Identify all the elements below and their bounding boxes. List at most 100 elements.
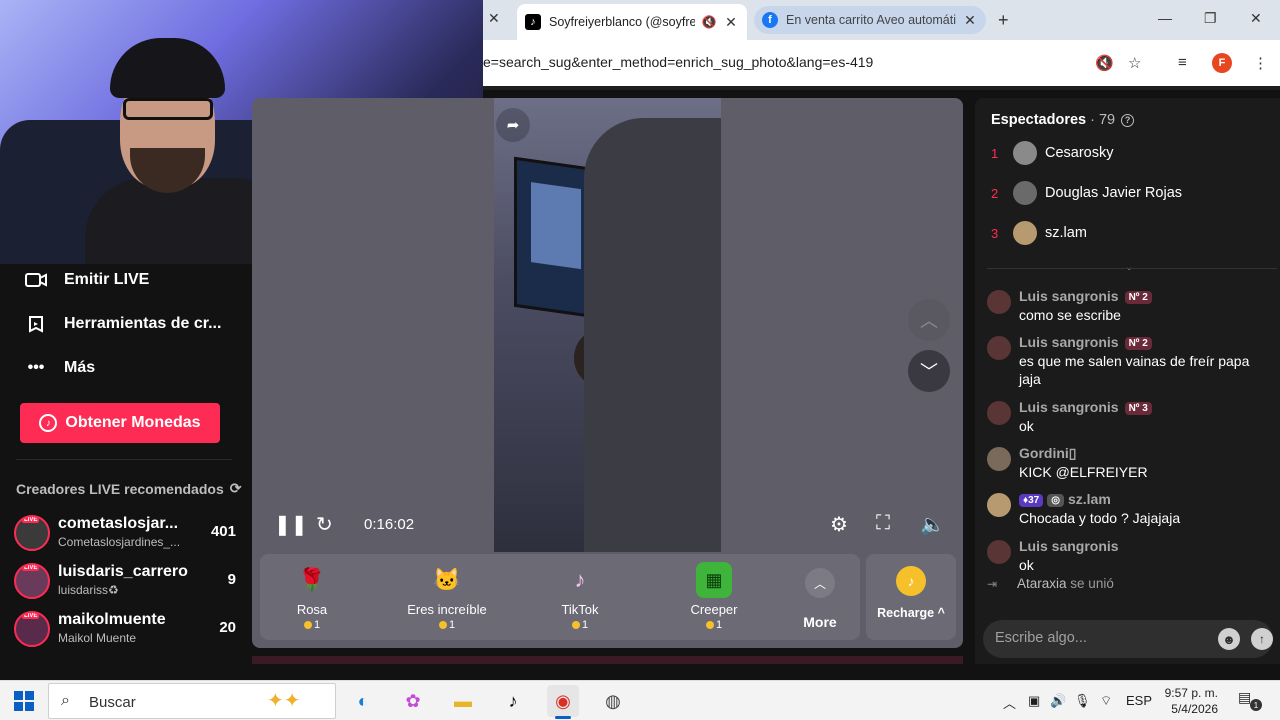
wifi-icon[interactable]: ⌔ [1100,693,1112,709]
gift-price: 1 [659,619,769,631]
chrome-icon[interactable]: ◉ [547,685,579,719]
address-bar[interactable]: e=search_sug&enter_method=enrich_sug_pho… [483,40,1280,86]
clock[interactable]: 9:57 p. m. 5/4/2026 [1160,685,1218,717]
top-viewer-item[interactable]: 3 sz.lam [991,219,1087,247]
fullscreen-icon[interactable]: ⛶ [876,512,890,535]
minimize-icon[interactable]: — [1158,10,1172,26]
restore-icon[interactable]: ❐ [1204,10,1217,27]
close-window-icon[interactable]: ✕ [1250,10,1262,27]
avatar [1013,181,1037,205]
chat-username[interactable]: ♦37 ◎ sz.lam [1019,491,1111,507]
get-coins-button[interactable]: ♪ Obtener Monedas [20,403,220,443]
gift-item[interactable]: ♪ TikTok 1 [525,562,635,631]
refresh-icon[interactable]: ↻ [316,512,333,537]
chat-username[interactable]: Luis sangronis Nº 3 [1019,399,1152,415]
sidebar-item-go-live[interactable]: Emitir LIVE [24,269,149,291]
show-hidden-icons[interactable]: ︿ [1003,693,1016,712]
media-control-icon[interactable]: ≡ [1178,54,1187,71]
rose-icon: 🌹 [298,567,326,592]
previous-tab-close-icon[interactable]: ✕ [488,10,500,27]
chat-input-box[interactable]: ☻ ↑ [983,620,1273,658]
live-video-player[interactable]: ➦ ︿ ﹀ ❚❚ ↻ 0:16:02 ⚙ ⛶ 🔈 🌹 Rosa 1 🐱 Eres… [252,98,963,648]
emoji-icon[interactable]: ☻ [1218,628,1240,650]
person-in-video [584,118,721,552]
refresh-icon[interactable]: ⟳ [230,480,242,497]
recording-app-icon[interactable]: ◍ [597,685,629,717]
copilot-icon[interactable]: ✿ [397,685,429,717]
next-live-button[interactable]: ﹀ [908,350,950,392]
file-explorer-icon[interactable]: ▬ [447,685,479,717]
sidebar-item-more[interactable]: ••• Más [24,357,96,379]
top-viewer-item[interactable]: 2 Douglas Javier Rojas [991,179,1182,207]
edge-icon[interactable]: ◐ [347,685,379,717]
volume-icon[interactable]: 🔊 [1050,693,1066,709]
url-text[interactable]: e=search_sug&enter_method=enrich_sug_pho… [483,54,873,70]
send-icon[interactable]: ↑ [1251,628,1273,650]
bookmark-star-icon[interactable]: ☆ [1128,54,1141,72]
chat-text: ok [1019,557,1034,573]
copilot-sparkle-icon[interactable]: ✦✦ [267,688,301,713]
chat-panel: Espectadores · 79? 1 Cesarosky 2 Douglas… [975,98,1280,664]
notification-icon[interactable]: ▤ 1 [1238,689,1262,711]
tab-tiktok[interactable]: ♪ Soyfreiyerblanco (@soyfreiy 🔇 ✕ [517,4,747,40]
gift-item[interactable]: 🌹 Rosa 1 [257,562,367,631]
more-gifts-button[interactable]: ︿ More [790,562,850,630]
chat-username[interactable]: Luis sangronis [1019,538,1119,554]
avatar[interactable] [987,290,1011,314]
settings-gear-icon[interactable]: ⚙ [830,512,848,537]
avatar[interactable] [987,401,1011,425]
tab-facebook[interactable]: f En venta carrito Aveo automátic ✕ [754,6,986,34]
chat-username[interactable]: Luis sangronis Nº 2 [1019,288,1152,304]
viewer-name: Douglas Javier Rojas [1045,185,1183,201]
microphone-icon[interactable]: 🎙 [1074,693,1091,709]
windows-start-icon[interactable] [14,691,34,711]
viewer-name: Cesarosky [1045,145,1114,161]
avatar[interactable] [987,336,1011,360]
gift-name: Rosa [296,602,328,617]
meet-now-icon[interactable]: ▣ [1028,693,1040,709]
share-icon[interactable]: ➦ [496,108,530,142]
rank-badge: Nº 2 [1124,336,1152,350]
muted-site-icon[interactable]: 🔇 [1095,54,1114,72]
gift-bar: 🌹 Rosa 1 🐱 Eres increíble 1 ♪ TikTok 1 ▦… [260,554,860,640]
avatar[interactable] [987,447,1011,471]
help-icon[interactable]: ? [1121,113,1135,127]
chat-input[interactable] [995,630,1195,646]
chat-text: es que me salen vainas de freír papa jaj… [1019,353,1250,387]
chat-username[interactable]: Luis sangronis Nº 2 [1019,334,1152,350]
join-icon: ⇥ [987,576,998,591]
avatar[interactable] [987,540,1011,564]
creator-item[interactable]: LIVE luisdaris_carrero luisdariss♻ 9 [14,561,240,601]
mute-tab-icon[interactable]: 🔇 [701,15,717,29]
close-tab-icon[interactable]: ✕ [723,14,739,31]
new-tab-button[interactable]: + [998,10,1009,31]
pause-icon[interactable]: ❚❚ [274,512,308,537]
profile-avatar[interactable]: F [1212,53,1232,73]
close-tab-icon[interactable]: ✕ [962,12,978,29]
chat-username[interactable]: Gordini▯ [1019,445,1076,462]
gift-price: 1 [257,619,367,631]
taskbar-search[interactable]: ⌕ Buscar ✦✦ [48,683,336,719]
language-indicator[interactable]: ESP [1126,693,1152,708]
sidebar-item-creator-tools[interactable]: Herramientas de cr... [24,313,221,335]
more-dots-icon: ••• [27,359,45,376]
recharge-button[interactable]: ♪ Recharge ^ [866,554,956,640]
previous-live-button[interactable]: ︿ [908,299,950,341]
viewers-count: · 79 [1086,112,1116,128]
gift-item[interactable]: ▦ Creeper 1 [659,562,769,631]
top-viewer-item[interactable]: 1 Cesarosky [991,139,1114,167]
mute-icon[interactable]: 🔈 [920,512,945,537]
menu-kebab-icon[interactable]: ⋮ [1253,54,1268,72]
chat-separator [987,268,1277,269]
avatar[interactable] [987,493,1011,517]
creator-item[interactable]: LIVE maikolmuente Maikol Muente 20 [14,609,240,649]
recharge-label: Recharge ^ [877,606,945,620]
live-video-frame[interactable] [494,98,721,552]
creator-item[interactable]: LIVE cometaslosjar... Cometaslosjardines… [14,513,240,553]
joined-user[interactable]: Ataraxia [1017,576,1067,591]
clock-date: 5/4/2026 [1171,702,1218,716]
gift-item[interactable]: 🐱 Eres increíble 1 [392,562,502,631]
joined-action: se unió [1070,576,1114,591]
more-label: More [803,614,837,630]
tiktok-app-icon[interactable]: ♪ [497,685,529,717]
